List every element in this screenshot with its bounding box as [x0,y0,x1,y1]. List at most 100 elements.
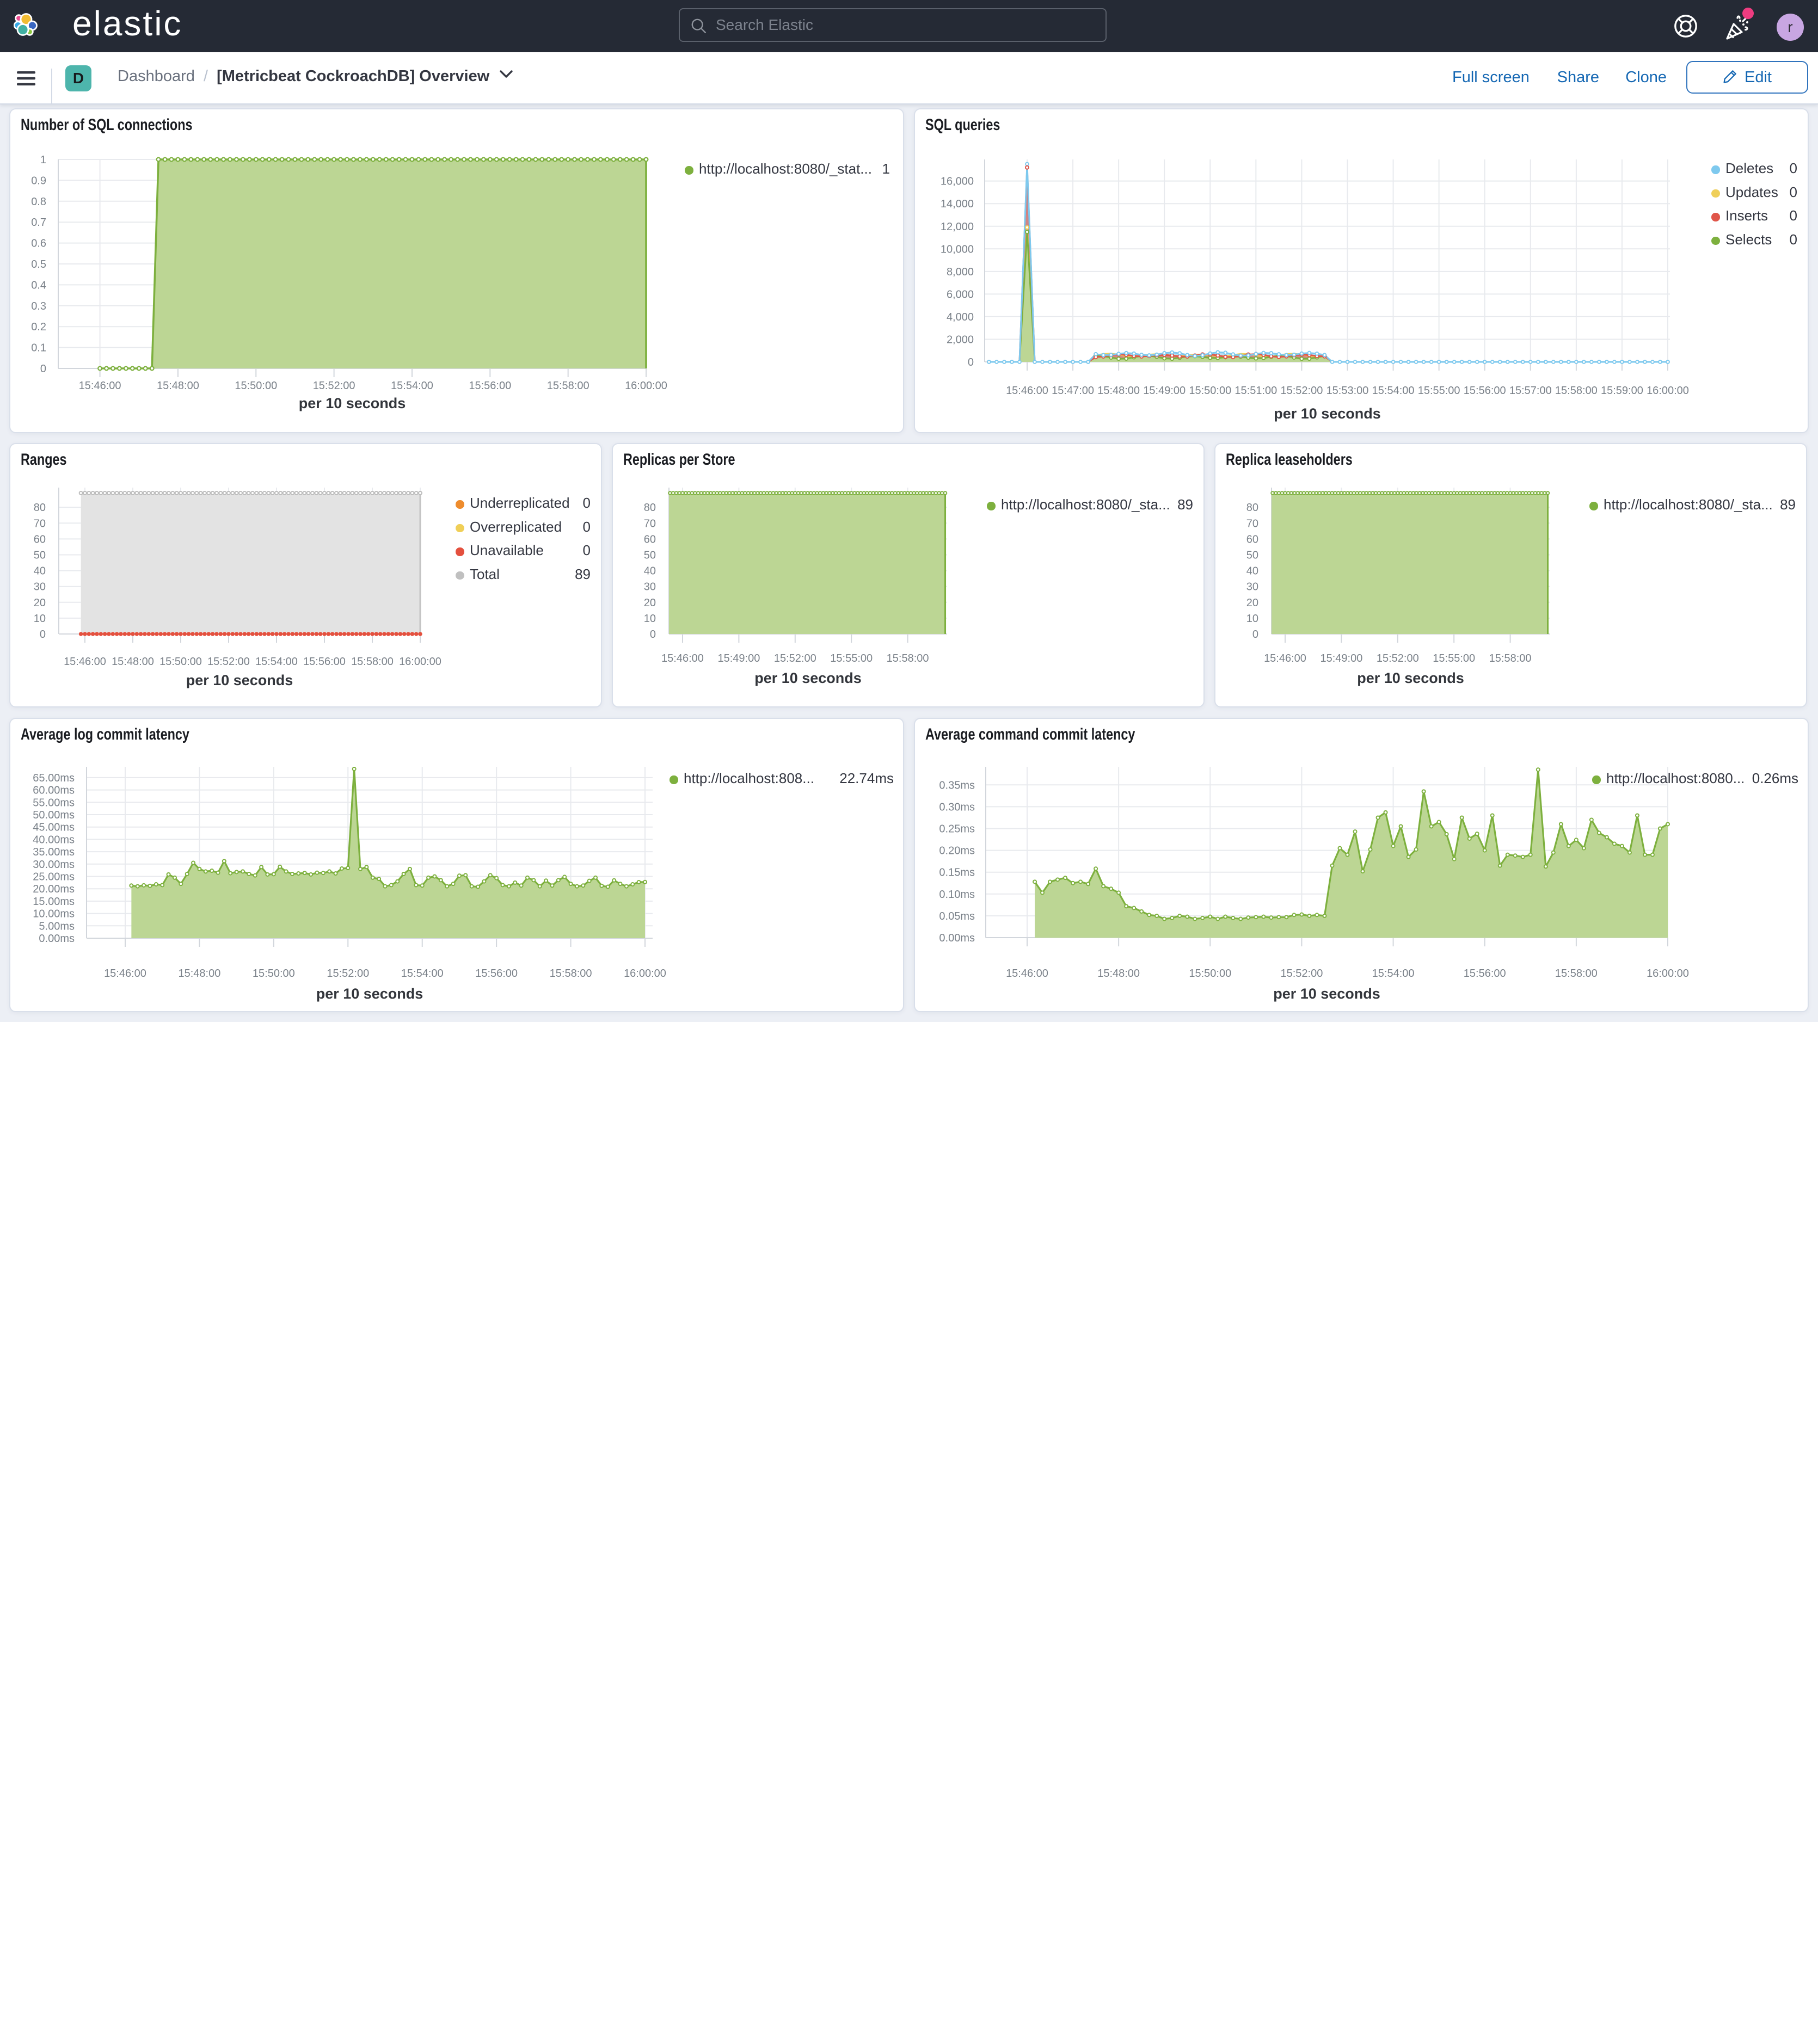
svg-text:15:54:00: 15:54:00 [1372,968,1415,980]
svg-text:30.00ms: 30.00ms [33,859,75,871]
svg-text:15:59:00: 15:59:00 [1601,385,1643,397]
svg-text:15:54:00: 15:54:00 [1372,385,1415,397]
svg-text:0.05ms: 0.05ms [939,910,975,922]
svg-text:per 10 seconds: per 10 seconds [316,986,423,1002]
svg-text:30: 30 [1246,581,1258,593]
svg-text:15:46:00: 15:46:00 [1006,968,1048,980]
svg-text:per 10 seconds: per 10 seconds [186,672,293,688]
svg-text:0.25ms: 0.25ms [939,823,975,835]
svg-text:70: 70 [1246,518,1258,530]
svg-text:0: 0 [968,356,974,368]
svg-text:15:46:00: 15:46:00 [1264,652,1306,664]
svg-text:15:54:00: 15:54:00 [255,656,298,668]
svg-text:0.5: 0.5 [31,258,46,270]
svg-text:15:48:00: 15:48:00 [1097,385,1140,397]
svg-text:15:52:00: 15:52:00 [207,656,250,668]
svg-text:16:00:00: 16:00:00 [399,656,441,668]
svg-text:per 10 seconds: per 10 seconds [1273,986,1380,1002]
svg-text:45.00ms: 45.00ms [33,822,75,834]
svg-text:15:52:00: 15:52:00 [1377,652,1419,664]
svg-text:15:52:00: 15:52:00 [313,380,355,392]
svg-text:15:48:00: 15:48:00 [1097,968,1140,980]
svg-text:15:56:00: 15:56:00 [475,968,518,980]
svg-text:60.00ms: 60.00ms [33,785,75,797]
svg-text:60: 60 [1246,533,1258,545]
svg-text:0.8: 0.8 [31,196,46,208]
svg-text:30: 30 [34,581,46,593]
svg-text:40: 40 [1246,565,1258,577]
svg-text:0.10ms: 0.10ms [939,889,975,901]
svg-text:40.00ms: 40.00ms [33,834,75,846]
svg-text:20: 20 [1246,597,1258,609]
svg-text:15:58:00: 15:58:00 [1555,968,1598,980]
svg-text:10: 10 [34,613,46,625]
svg-text:55.00ms: 55.00ms [33,797,75,809]
svg-text:30: 30 [644,581,656,593]
svg-text:15:50:00: 15:50:00 [253,968,295,980]
svg-text:0.6: 0.6 [31,238,46,250]
svg-text:80: 80 [1246,502,1258,514]
svg-text:12,000: 12,000 [941,221,974,233]
svg-text:50: 50 [34,550,46,562]
svg-text:16:00:00: 16:00:00 [625,380,667,392]
svg-text:0.00ms: 0.00ms [39,933,75,945]
svg-text:15:58:00: 15:58:00 [351,656,394,668]
svg-text:15:46:00: 15:46:00 [79,380,121,392]
svg-text:15:58:00: 15:58:00 [887,652,929,664]
svg-text:15:46:00: 15:46:00 [1006,385,1048,397]
svg-text:15:56:00: 15:56:00 [1464,385,1506,397]
svg-text:15:55:00: 15:55:00 [1433,652,1475,664]
svg-text:10.00ms: 10.00ms [33,908,75,920]
svg-text:15:49:00: 15:49:00 [1320,652,1362,664]
svg-text:per 10 seconds: per 10 seconds [754,670,862,686]
svg-text:15:52:00: 15:52:00 [327,968,369,980]
svg-text:15:47:00: 15:47:00 [1052,385,1094,397]
svg-text:0.9: 0.9 [31,175,46,187]
svg-text:15:50:00: 15:50:00 [1189,968,1231,980]
svg-text:per 10 seconds: per 10 seconds [1357,670,1464,686]
svg-text:15:48:00: 15:48:00 [112,656,154,668]
svg-text:15:55:00: 15:55:00 [1418,385,1460,397]
svg-text:15:58:00: 15:58:00 [1489,652,1532,664]
svg-text:80: 80 [644,502,656,514]
svg-text:15:56:00: 15:56:00 [469,380,511,392]
svg-text:5.00ms: 5.00ms [39,920,75,932]
svg-text:15.00ms: 15.00ms [33,896,75,908]
svg-text:50.00ms: 50.00ms [33,809,75,821]
svg-text:15:58:00: 15:58:00 [547,380,589,392]
svg-text:60: 60 [34,533,46,545]
svg-text:0: 0 [40,629,46,641]
svg-text:8,000: 8,000 [947,266,974,278]
svg-text:0.30ms: 0.30ms [939,801,975,813]
svg-text:2,000: 2,000 [947,334,974,346]
svg-text:15:48:00: 15:48:00 [178,968,220,980]
svg-text:15:57:00: 15:57:00 [1509,385,1552,397]
svg-text:0.4: 0.4 [31,279,46,291]
svg-text:0.7: 0.7 [31,217,46,229]
svg-text:0.1: 0.1 [31,342,46,354]
svg-text:0.20ms: 0.20ms [939,845,975,857]
svg-text:0.2: 0.2 [31,321,46,333]
svg-text:0: 0 [650,629,656,641]
svg-text:15:50:00: 15:50:00 [1189,385,1231,397]
svg-text:15:58:00: 15:58:00 [1555,385,1598,397]
svg-text:10,000: 10,000 [941,243,974,255]
svg-text:15:54:00: 15:54:00 [401,968,444,980]
svg-text:per 10 seconds: per 10 seconds [299,395,406,411]
svg-text:60: 60 [644,533,656,545]
svg-text:15:56:00: 15:56:00 [1464,968,1506,980]
svg-text:70: 70 [34,518,46,530]
svg-text:15:53:00: 15:53:00 [1326,385,1369,397]
svg-text:4,000: 4,000 [947,311,974,323]
svg-text:65.00ms: 65.00ms [33,772,75,784]
svg-text:15:49:00: 15:49:00 [1143,385,1186,397]
svg-text:50: 50 [1246,550,1258,562]
svg-text:20.00ms: 20.00ms [33,883,75,895]
svg-text:40: 40 [644,565,656,577]
svg-text:0.3: 0.3 [31,300,46,312]
svg-text:15:52:00: 15:52:00 [774,652,816,664]
svg-text:10: 10 [644,613,656,625]
svg-text:15:52:00: 15:52:00 [1280,385,1323,397]
svg-text:0.00ms: 0.00ms [939,932,975,944]
svg-text:16:00:00: 16:00:00 [1647,968,1689,980]
